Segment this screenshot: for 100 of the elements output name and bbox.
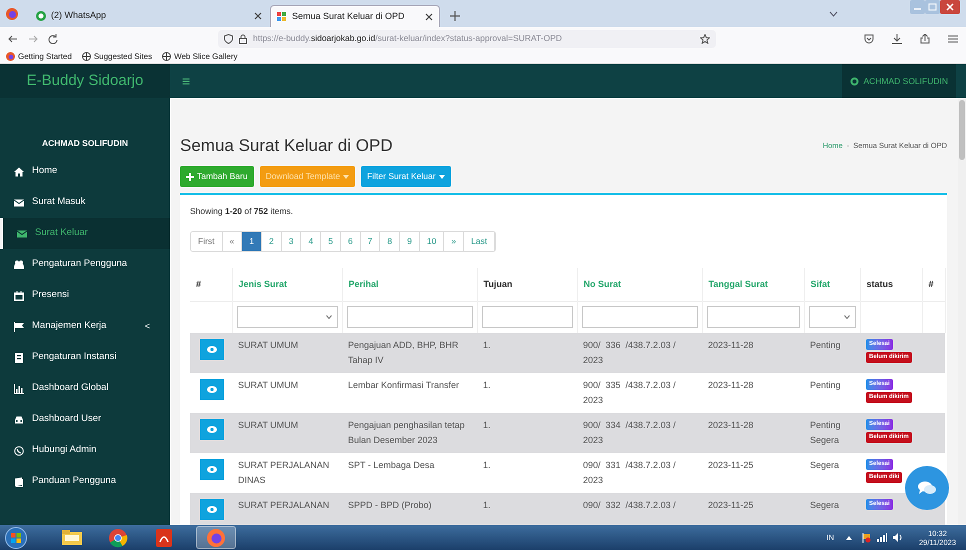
filter-field[interactable] xyxy=(582,306,698,328)
sort-link[interactable]: Tanggal Surat xyxy=(708,278,768,288)
eye-icon xyxy=(207,466,217,473)
signal-icon[interactable] xyxy=(877,533,888,542)
add-button[interactable]: Tambah Baru xyxy=(180,166,254,187)
filter-field[interactable] xyxy=(346,306,472,328)
sort-link[interactable]: No Surat xyxy=(584,278,622,288)
page-link[interactable]: First xyxy=(191,232,223,251)
app-logo[interactable]: E-Buddy Sidoarjo xyxy=(0,64,170,98)
view-button[interactable] xyxy=(200,499,224,520)
sidebar-item[interactable]: Hubungi Admin xyxy=(0,435,170,466)
view-button[interactable] xyxy=(200,379,224,400)
item-summary: Showing 1-20 of 752 items. xyxy=(190,205,294,218)
eye-icon xyxy=(207,426,217,433)
scrollbar-thumb[interactable] xyxy=(959,100,965,160)
sidebar-item[interactable]: Dashboard Global xyxy=(0,373,170,404)
speaker-icon[interactable] xyxy=(893,533,904,542)
chrome-icon[interactable] xyxy=(106,526,130,548)
browser-tab[interactable]: (2) WhatsApp xyxy=(30,5,268,27)
back-icon[interactable] xyxy=(8,34,18,44)
caret-icon xyxy=(343,174,350,178)
firefox-icon[interactable] xyxy=(204,526,228,548)
firefox-icon xyxy=(6,8,18,20)
flag-icon xyxy=(14,322,24,332)
lock-icon xyxy=(239,34,247,44)
view-button[interactable] xyxy=(200,339,224,360)
sidebar-item[interactable]: Surat Keluar xyxy=(0,218,170,249)
table-cell-text: Pengajuan ADD, BHP, BHR Tahap IV xyxy=(348,340,460,365)
grid-icon xyxy=(277,12,287,22)
page-link[interactable]: 1 xyxy=(242,232,262,251)
bookmark-link[interactable]: Suggested Sites xyxy=(82,50,152,62)
page-link[interactable]: 10 xyxy=(420,232,444,251)
reload-icon[interactable] xyxy=(48,34,58,44)
sidebar-item[interactable]: Pengaturan Instansi xyxy=(0,342,170,373)
pocket-icon[interactable] xyxy=(864,34,874,44)
page-link[interactable]: Last xyxy=(464,232,496,251)
sidebar-item[interactable]: Dashboard User xyxy=(0,404,170,435)
table-cell: 090/ 332 /438.7.2.03 / xyxy=(583,500,676,510)
view-button[interactable] xyxy=(200,419,224,440)
close-icon[interactable] xyxy=(425,12,433,20)
sidebar-item[interactable]: Manajemen Kerja < xyxy=(0,311,170,342)
table-cell: 2023-11-28 xyxy=(708,380,754,390)
start-icon[interactable] xyxy=(4,526,28,548)
sort-link[interactable]: Perihal xyxy=(348,278,379,288)
menu-toggle[interactable]: ≡ xyxy=(182,70,190,92)
phone-icon xyxy=(14,446,24,456)
globe-icon xyxy=(82,52,91,61)
page-link[interactable]: 6 xyxy=(340,232,361,251)
table-cell-text: 900/ 336 /438.7.2.03 / 2023 xyxy=(583,340,677,365)
sidebar-item[interactable]: Home xyxy=(0,156,170,187)
browser-tab[interactable]: Semua Surat Keluar di OPD xyxy=(270,5,440,27)
page-link[interactable]: 8 xyxy=(380,232,400,251)
page-link[interactable]: 3 xyxy=(282,232,302,251)
share-icon[interactable] xyxy=(920,34,930,44)
table-cell: Segera xyxy=(810,500,840,510)
page-link[interactable]: 2 xyxy=(262,232,282,251)
address-field[interactable]: https://e-buddy.sidoarjokab.go.id/surat-keluar/index?status-approval=SURAT-OPD xyxy=(218,30,716,48)
page-link[interactable]: » xyxy=(444,232,464,251)
close-icon[interactable] xyxy=(254,12,262,20)
bookmark-link[interactable]: Getting Started xyxy=(6,50,72,62)
building-icon xyxy=(14,352,24,362)
select-field[interactable] xyxy=(236,306,338,328)
table-cell: SPPD - BPD (Probo) xyxy=(348,500,432,510)
page-link[interactable]: 9 xyxy=(400,232,420,251)
sidebar-item[interactable]: Presensi xyxy=(0,280,170,311)
sidebar-item[interactable]: Pengaturan Pengguna xyxy=(0,249,170,280)
tray-arrow-icon[interactable] xyxy=(846,536,852,540)
filter-field[interactable] xyxy=(706,306,800,328)
page-link[interactable]: 4 xyxy=(301,232,322,251)
page-link[interactable]: 7 xyxy=(360,232,380,251)
table-cell: SURAT PERJALANAN xyxy=(238,500,330,510)
eye-icon xyxy=(207,506,217,513)
sidebar-item[interactable]: Surat Masuk xyxy=(0,187,170,218)
user-menu[interactable]: ACHMAD SOLIFUDIN xyxy=(842,64,956,98)
filter-field[interactable] xyxy=(482,306,572,328)
window-controls-icon[interactable] xyxy=(910,0,960,16)
sort-link[interactable]: Sifat xyxy=(810,278,830,288)
plus-icon[interactable] xyxy=(450,11,460,21)
bookmark-link[interactable]: Web Slice Gallery xyxy=(162,50,238,62)
filter-button[interactable]: Filter Surat Keluar xyxy=(361,166,451,187)
sort-link[interactable]: Jenis Surat xyxy=(238,278,288,288)
column-header: # xyxy=(196,278,202,288)
table-cell: 2023-11-28 xyxy=(708,420,754,430)
table-cell-text: 900/ 334 /438.7.2.03 / 2023 xyxy=(583,420,677,445)
table-cell-text: 900/ 335 /438.7.2.03 / 2023 xyxy=(583,380,677,405)
envelope-icon xyxy=(17,228,27,238)
page-link[interactable]: 5 xyxy=(321,232,341,251)
view-button[interactable] xyxy=(200,459,224,480)
sidebar-item[interactable]: Panduan Pengguna xyxy=(0,466,170,497)
menu-icon[interactable] xyxy=(948,34,958,42)
table-cell: 1. xyxy=(483,500,491,510)
chevron-down-icon xyxy=(326,315,332,320)
column-header: # xyxy=(928,278,934,288)
flag-icon[interactable] xyxy=(862,532,872,542)
select-field[interactable] xyxy=(808,306,856,328)
user-name: ACHMAD SOLIFUDIN xyxy=(42,137,128,150)
plus-icon xyxy=(186,172,194,180)
star-icon[interactable] xyxy=(700,34,710,44)
download-icon[interactable] xyxy=(892,34,902,44)
table-cell: 1. xyxy=(483,420,491,430)
